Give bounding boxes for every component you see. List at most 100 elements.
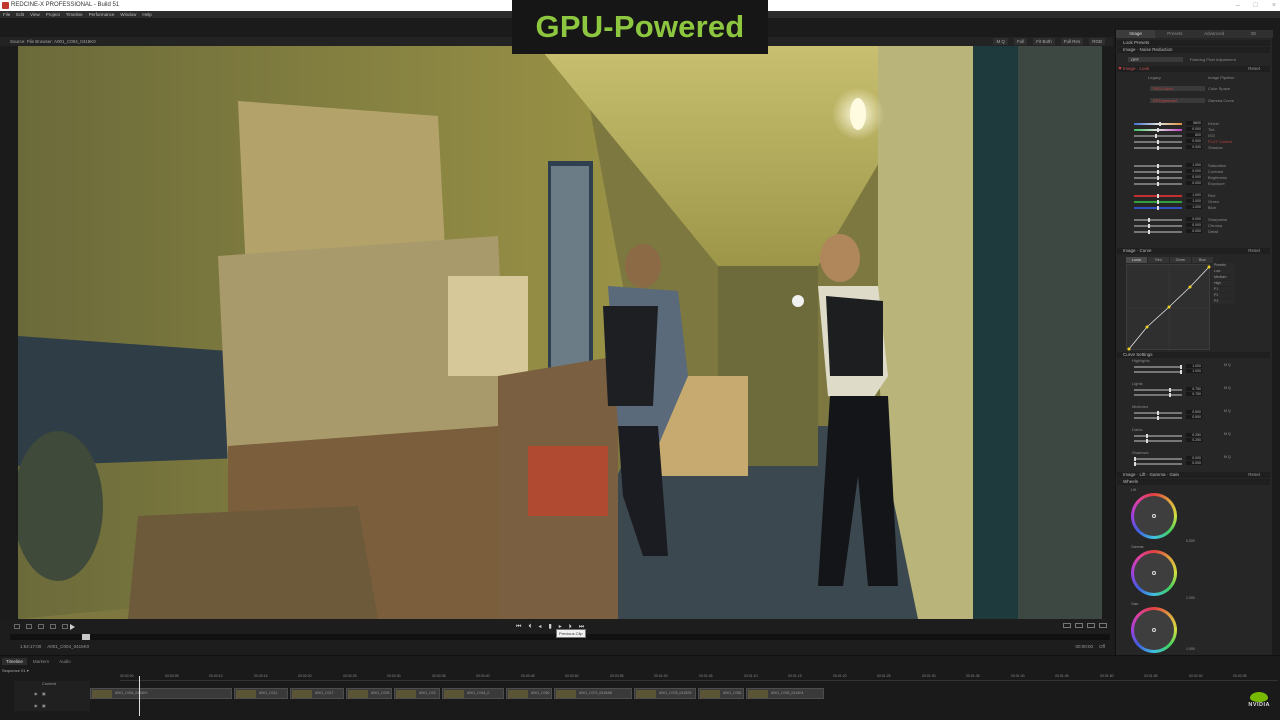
slider-handle[interactable] <box>1155 134 1157 138</box>
video-viewer[interactable] <box>18 46 1102 619</box>
stop-button[interactable]: ▮ <box>548 624 551 630</box>
slider-handle[interactable] <box>1157 182 1159 186</box>
slider-brightness[interactable] <box>1134 176 1182 180</box>
curve-slider[interactable] <box>1134 388 1182 392</box>
minimize-button[interactable]: – <box>1236 0 1240 11</box>
snapshot-icon[interactable] <box>50 624 56 629</box>
slider-shadow[interactable] <box>1134 146 1182 150</box>
section-image-look[interactable]: Image · Look Reset <box>1117 66 1270 72</box>
step-back-button[interactable]: ◂ <box>538 624 541 630</box>
layout-full-icon[interactable] <box>1099 623 1107 628</box>
mark-in-icon[interactable] <box>26 624 32 629</box>
fit-dropdown[interactable]: Fit Both <box>1033 38 1055 45</box>
curve-tab-blue[interactable]: Blue <box>1192 257 1213 263</box>
curve-value-field[interactable]: 0.250 <box>1186 433 1202 437</box>
tab-audio[interactable]: Audio <box>55 658 75 665</box>
slider-value-field[interactable]: 0.000 <box>1186 139 1202 143</box>
slider-handle[interactable] <box>1157 128 1159 132</box>
slider-value-field[interactable]: 0.000 <box>1186 229 1202 233</box>
curve-preset-high[interactable]: High <box>1212 281 1234 286</box>
curve-tab-red[interactable]: Red <box>1148 257 1169 263</box>
slider-chroma[interactable] <box>1134 224 1182 228</box>
eye-icon[interactable]: ◉ <box>34 703 38 708</box>
curve-preset-presets[interactable]: Presets <box>1212 263 1234 268</box>
mq-toggle[interactable]: M Q <box>1224 363 1231 368</box>
layout-wide-icon[interactable] <box>1087 623 1095 628</box>
full-res-dropdown[interactable]: Full Res <box>1060 38 1084 45</box>
menu-help[interactable]: Help <box>142 11 151 18</box>
curve-value-field[interactable]: 0.000 <box>1186 461 1202 465</box>
slider-handle[interactable] <box>1157 416 1159 420</box>
curve-preset-medium[interactable]: Medium <box>1212 275 1234 280</box>
section-wheels[interactable]: Wheels <box>1117 479 1270 485</box>
curve-slider[interactable] <box>1134 462 1182 466</box>
curve-slider[interactable] <box>1134 457 1182 461</box>
slider-value-field[interactable]: 0.000 <box>1186 181 1202 185</box>
wheel-handle[interactable] <box>1152 571 1156 575</box>
tab-image[interactable]: Image <box>1116 30 1156 38</box>
curve-slider[interactable] <box>1134 416 1182 420</box>
slider-value-field[interactable]: 0.000 <box>1186 175 1202 179</box>
slider-handle[interactable] <box>1180 365 1182 369</box>
mq-toggle[interactable]: M Q <box>1224 409 1231 414</box>
curve-slider[interactable] <box>1134 439 1182 443</box>
slider-handle[interactable] <box>1157 140 1159 144</box>
curve-preset-p1[interactable]: P1 <box>1212 287 1234 292</box>
menu-file[interactable]: File <box>3 11 10 18</box>
tab-markers[interactable]: Markers <box>29 658 53 665</box>
curve-value-field[interactable]: 1.000 <box>1186 364 1202 368</box>
menu-edit[interactable]: Edit <box>16 11 24 18</box>
curve-value-field[interactable]: 1.000 <box>1186 369 1202 373</box>
wheel-handle[interactable] <box>1152 514 1156 518</box>
slider-exposure[interactable] <box>1134 182 1182 186</box>
slider-value-field[interactable]: 0.000 <box>1186 223 1202 227</box>
timeline-clip[interactable]: A001_C03 <box>394 688 440 699</box>
section-image-curve[interactable]: Image · Curve Reset <box>1117 248 1270 254</box>
mq-toggle[interactable]: M Q <box>1224 432 1231 437</box>
slider-value-field[interactable]: 1.000 <box>1186 199 1202 203</box>
lock-icon[interactable]: ▣ <box>42 691 46 696</box>
curve-value-field[interactable]: 0.750 <box>1186 387 1202 391</box>
slider-handle[interactable] <box>1148 230 1150 234</box>
curve-value-field[interactable]: 0.500 <box>1186 415 1202 419</box>
slider-value-field[interactable]: 5600 <box>1186 121 1202 125</box>
menu-performance[interactable]: Performance <box>89 11 115 18</box>
slider-handle[interactable] <box>1157 411 1159 415</box>
timeline-clip[interactable]: A001_C004_0415K0 <box>90 688 232 699</box>
curve-slider[interactable] <box>1134 411 1182 415</box>
timeline-clip[interactable]: A001_C093_0415K4 <box>746 688 824 699</box>
slider-flut-control[interactable] <box>1134 140 1182 144</box>
sequence-dropdown[interactable]: Sequence 01 ▾ <box>2 668 29 673</box>
flashing-pixel-checkbox[interactable]: Flashing Pixel Adjustment <box>1190 57 1236 62</box>
slider-handle[interactable] <box>1157 206 1159 210</box>
curve-value-field[interactable]: 0.500 <box>1186 410 1202 414</box>
slider-kelvin[interactable] <box>1134 122 1182 126</box>
slider-handle[interactable] <box>1157 146 1159 150</box>
curve-point[interactable] <box>1167 305 1171 309</box>
close-button[interactable]: × <box>1272 0 1276 11</box>
mark-out-icon[interactable] <box>38 624 44 629</box>
tab-3d[interactable]: 3D <box>1233 30 1273 38</box>
slider-handle[interactable] <box>1169 388 1171 392</box>
timeline-ruler[interactable]: 00:00:00 00:00:05 00:00:10 00:00:15 00:00:20… <box>120 673 1278 681</box>
curve-value-field[interactable]: 0.250 <box>1186 438 1202 442</box>
menu-project[interactable]: Project <box>46 11 60 18</box>
slider-handle[interactable] <box>1148 218 1150 222</box>
slider-value-field[interactable]: 1.000 <box>1186 193 1202 197</box>
slider-iso[interactable] <box>1134 134 1182 138</box>
slider-value-field[interactable]: 0.000 <box>1186 217 1202 221</box>
menu-timeline[interactable]: Timeline <box>66 11 83 18</box>
lift-color-wheel[interactable] <box>1131 493 1177 539</box>
slider-red[interactable] <box>1134 194 1182 198</box>
layout-split-icon[interactable] <box>1075 623 1083 628</box>
curve-preset-p2[interactable]: P2 <box>1212 293 1234 298</box>
curve-preset-p3[interactable]: P3 <box>1212 299 1234 304</box>
tab-timeline[interactable]: Timeline <box>2 658 27 665</box>
lgg-reset-button[interactable]: Reset <box>1248 472 1260 478</box>
slider-contrast[interactable] <box>1134 170 1182 174</box>
curve-value-field[interactable]: 0.000 <box>1186 456 1202 460</box>
slider-saturation[interactable] <box>1134 164 1182 168</box>
mq-toggle[interactable]: M Q <box>1224 455 1231 460</box>
olpf-dropdown[interactable]: OFF <box>1128 57 1183 62</box>
section-noise-reduction[interactable]: Image · Noise Reduction <box>1117 47 1270 53</box>
